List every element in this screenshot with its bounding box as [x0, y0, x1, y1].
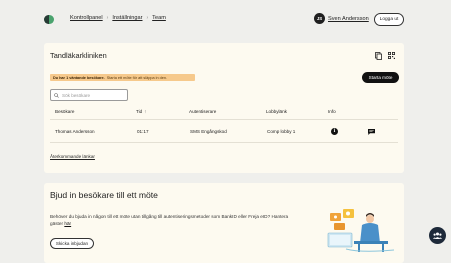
breadcrumb: Kontrollpanel › Inställningar › Team — [70, 15, 166, 21]
column-lobby-link: Lobbylänk — [266, 109, 287, 114]
banner-text: Starta ett möte för att släppa in den. — [106, 75, 168, 80]
copy-icon[interactable] — [375, 52, 382, 60]
banner-bold-text: Du har 1 väntande besökare. — [53, 75, 105, 80]
search-icon — [54, 92, 59, 98]
info-icon[interactable]: i — [331, 128, 338, 135]
team-icon — [433, 232, 442, 239]
cell-visitor: Thomas Andersson — [55, 129, 95, 134]
qr-code-icon[interactable] — [388, 52, 395, 59]
waiting-visitors-banner: Du har 1 väntande besökare. Starta ett m… — [50, 74, 195, 81]
send-invite-button[interactable]: Skicka inbjudan — [50, 238, 94, 249]
team-chat-button[interactable] — [429, 227, 446, 244]
visitor-search[interactable] — [50, 89, 128, 101]
clinic-card: Tandläkarkliniken Du har 1 väntande besö… — [44, 43, 404, 173]
avatar[interactable]: JS — [314, 13, 325, 24]
cell-lobby: Comp lobby 1 — [267, 129, 296, 134]
column-time[interactable]: Tid ↑ — [136, 109, 147, 114]
invite-illustration — [327, 209, 395, 252]
clinic-title: Tandläkarkliniken — [50, 51, 107, 60]
sort-arrow-icon[interactable]: ↑ — [144, 109, 146, 114]
manage-guests-link[interactable]: här — [64, 221, 71, 226]
logo[interactable] — [44, 15, 54, 24]
column-visitor: Besökare — [55, 109, 75, 114]
user-menu[interactable]: JS Sven Andersson — [314, 13, 369, 24]
recurring-links[interactable]: Återkommande länkar — [50, 154, 95, 159]
start-meeting-button[interactable]: Starta möte — [362, 72, 399, 83]
user-name[interactable]: Sven Andersson — [328, 16, 369, 22]
invite-card: Bjud in besökare till ett möte Behöver d… — [44, 183, 404, 263]
breadcrumb-team[interactable]: Team — [152, 15, 166, 21]
invite-description: Behöver du bjuda in någon till ett möte … — [50, 214, 289, 227]
row-divider — [50, 142, 398, 143]
search-input[interactable] — [62, 92, 122, 98]
chat-icon[interactable] — [368, 129, 375, 135]
breadcrumb-dashboard[interactable]: Kontrollpanel — [70, 15, 103, 21]
top-bar: Kontrollpanel › Inställningar › Team JS … — [0, 0, 451, 38]
column-authenticator: Autentiserare — [189, 109, 217, 114]
column-info: Info — [328, 109, 336, 114]
logout-button[interactable]: Logga ut — [374, 13, 404, 26]
invite-title: Bjud in besökare till ett möte — [50, 190, 158, 200]
cell-time: 01:17 — [137, 129, 149, 134]
breadcrumb-settings[interactable]: Inställningar — [112, 15, 142, 21]
header-divider — [50, 119, 398, 120]
cell-authenticator: SMS Engångskod — [190, 129, 227, 134]
